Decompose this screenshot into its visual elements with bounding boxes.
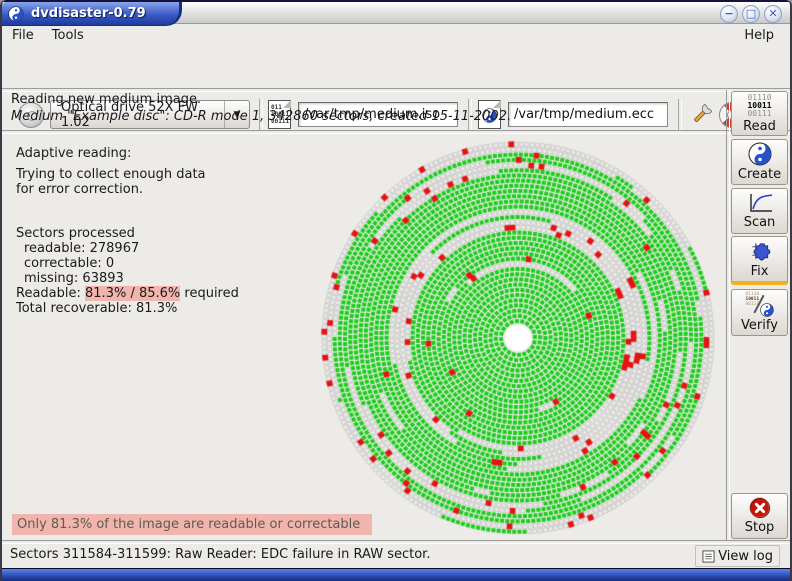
view-log-label: View log — [718, 548, 773, 564]
stop-button[interactable]: Stop — [731, 493, 788, 539]
app-logo-yinyang-icon — [8, 5, 24, 22]
medium-spiral-canvas — [297, 132, 727, 540]
reading-desc-line2: for error correction. — [16, 182, 144, 197]
readable-prefix: Readable: — [16, 286, 86, 301]
preferences-button[interactable] — [688, 101, 716, 129]
window-title: dvdisaster-0.79 — [31, 6, 146, 21]
reading-mode-title: Adaptive reading: — [16, 146, 132, 161]
fix-button[interactable]: Fix — [731, 236, 788, 285]
stats-title: Sectors processed — [16, 226, 135, 241]
binary-read-icon: 01110 10011 00111 — [747, 92, 772, 118]
curve-chart-icon — [749, 193, 772, 212]
stat-missing: missing: 63893 — [24, 271, 124, 286]
menu-help[interactable]: Help — [744, 28, 774, 43]
title-tab: dvdisaster-0.79 — [2, 2, 182, 26]
minimize-icon[interactable]: − — [720, 5, 738, 23]
statusbar-message: Sectors 311584-311599: Raw Reader: EDC f… — [10, 547, 431, 562]
close-icon[interactable]: ✕ — [764, 5, 782, 23]
create-label: Create — [737, 167, 782, 182]
scan-button[interactable]: Scan — [731, 188, 788, 234]
yinyang-icon — [759, 303, 774, 317]
log-list-icon — [702, 549, 715, 563]
toolbar-separator — [678, 99, 682, 131]
verify-label: Verify — [741, 318, 778, 333]
binary-slash-yinyang-icon: 01110 10011 00111 — [746, 292, 774, 317]
stat-readable-percent: Readable: 81.3% / 85.6% required — [16, 286, 239, 301]
reading-desc-line1: Trying to collect enough data — [16, 167, 206, 182]
window-controls: − □ ✕ — [720, 5, 782, 23]
verify-button[interactable]: 01110 10011 00111 Verify — [731, 289, 788, 336]
warning-banner: Only 81.3% of the image are readable or … — [12, 514, 372, 535]
toolbar: Optical drive 52X FW 1.02 ▼ 011 10011 00… — [2, 47, 790, 131]
yinyang-icon — [748, 142, 771, 166]
stop-label: Stop — [744, 520, 775, 535]
fix-label: Fix — [750, 264, 769, 279]
menu-file[interactable]: File — [12, 28, 34, 43]
window-bottom-border — [2, 568, 790, 581]
puzzle-icon — [751, 243, 770, 261]
read-button[interactable]: 01110 10011 00111 Read — [731, 91, 788, 136]
menu-tools[interactable]: Tools — [52, 28, 84, 43]
wrench-icon — [694, 103, 713, 122]
stat-readable: readable: 278967 — [24, 241, 140, 256]
menubar: File Tools Help — [2, 24, 790, 47]
maximize-icon[interactable]: □ — [742, 5, 760, 23]
read-label: Read — [743, 118, 776, 134]
readable-highlight: 81.3% / 85.6% — [85, 286, 181, 301]
view-log-button[interactable]: View log — [695, 545, 780, 567]
page-fold — [493, 100, 501, 108]
status-heading: Reading new medium image. — [11, 92, 202, 107]
titlebar[interactable]: dvdisaster-0.79 − □ ✕ — [2, 0, 790, 26]
scan-label: Scan — [743, 214, 776, 230]
ecc-file-input[interactable] — [508, 102, 668, 127]
medium-info: Medium "Example disc": CD-R mode 1, 3428… — [11, 109, 512, 124]
separator — [2, 540, 790, 544]
stat-total-recoverable: Total recoverable: 81.3% — [16, 301, 178, 316]
red-x-icon — [748, 497, 770, 519]
readable-suffix: required — [180, 286, 239, 301]
sidebar-separator — [726, 90, 730, 540]
stat-correctable: correctable: 0 — [24, 256, 115, 271]
app-window: dvdisaster-0.79 − □ ✕ File Tools Help Op… — [0, 0, 792, 581]
create-button[interactable]: Create — [731, 139, 788, 185]
